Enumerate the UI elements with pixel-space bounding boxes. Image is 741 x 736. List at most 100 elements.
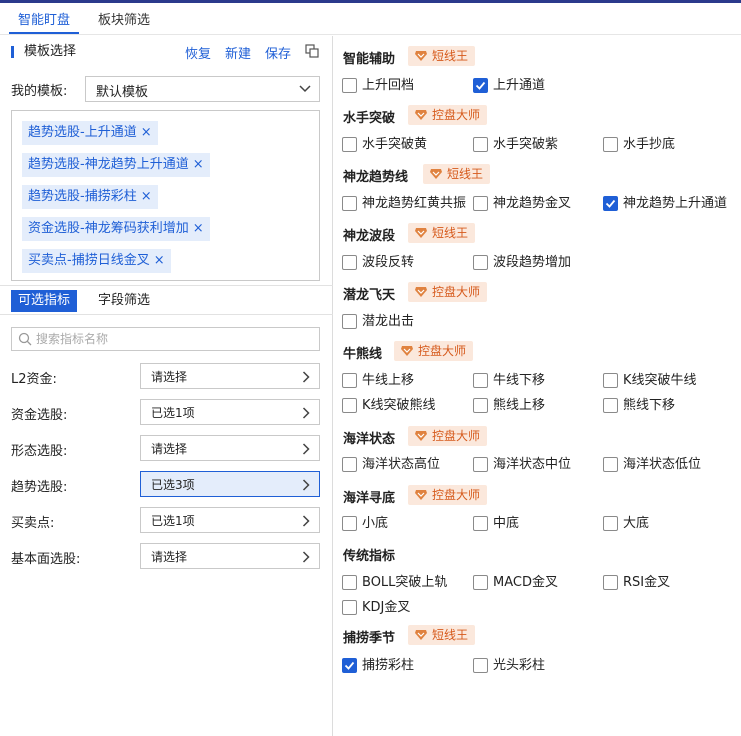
- chevron-right-icon: [302, 515, 310, 527]
- product-badge: 短线王: [408, 223, 476, 243]
- checkbox-unchecked-icon[interactable]: [473, 575, 488, 590]
- filter-label: 资金选股:: [11, 408, 68, 423]
- diamond-icon: [430, 169, 442, 179]
- product-badge-label: 控盘大师: [418, 344, 467, 358]
- product-badge: 控盘大师: [408, 282, 488, 302]
- checkbox-unchecked-icon[interactable]: [473, 373, 488, 388]
- filter-select-value: 已选1项: [151, 514, 195, 528]
- filter-select-value: 请选择: [151, 550, 188, 564]
- tab-smart-monitor[interactable]: 智能盯盘: [18, 9, 70, 28]
- product-badge-label: 控盘大师: [432, 429, 481, 443]
- checkbox-unchecked-icon[interactable]: [342, 575, 357, 590]
- filter-label: 基本面选股:: [11, 552, 81, 567]
- filter-select[interactable]: 请选择: [140, 543, 320, 569]
- section-title: 潜龙飞天: [343, 288, 396, 303]
- indicator-checkbox-label: 水手抄底: [623, 137, 676, 152]
- template-panel-title-text: 模板选择: [24, 44, 77, 59]
- indicator-checkbox-label: 神龙趋势红黄共振: [362, 196, 467, 211]
- checkbox-unchecked-icon[interactable]: [342, 457, 357, 472]
- checkbox-unchecked-icon[interactable]: [603, 516, 618, 531]
- close-icon[interactable]: ×: [154, 253, 165, 268]
- tab-available-indicators[interactable]: 可选指标: [11, 290, 78, 312]
- product-badge-label: 控盘大师: [432, 285, 481, 299]
- new-button[interactable]: 新建: [225, 43, 251, 62]
- section-title: 智能辅助: [343, 52, 396, 67]
- checkbox-unchecked-icon[interactable]: [342, 196, 357, 211]
- product-badge-label: 控盘大师: [432, 108, 481, 122]
- checkbox-checked-icon[interactable]: [473, 78, 488, 93]
- checkbox-unchecked-icon[interactable]: [342, 516, 357, 531]
- indicator-checkbox-label: 牛线下移: [493, 373, 546, 388]
- checkbox-unchecked-icon[interactable]: [342, 373, 357, 388]
- checkbox-unchecked-icon[interactable]: [342, 78, 357, 93]
- search-input[interactable]: [36, 330, 311, 348]
- checkbox-unchecked-icon[interactable]: [603, 137, 618, 152]
- filter-select[interactable]: 请选择: [140, 363, 320, 389]
- template-select[interactable]: 默认模板: [85, 76, 320, 102]
- checkbox-unchecked-icon[interactable]: [603, 457, 618, 472]
- checkbox-unchecked-icon[interactable]: [342, 255, 357, 270]
- checkbox-unchecked-icon[interactable]: [473, 137, 488, 152]
- close-icon[interactable]: ×: [141, 125, 152, 140]
- checkbox-unchecked-icon[interactable]: [603, 575, 618, 590]
- tab-field-filter[interactable]: 字段筛选: [91, 290, 157, 312]
- save-button[interactable]: 保存: [265, 43, 291, 62]
- checkbox-unchecked-icon[interactable]: [603, 398, 618, 413]
- checkbox-unchecked-icon[interactable]: [342, 398, 357, 413]
- chevron-right-icon: [302, 551, 310, 563]
- tab-sector-filter[interactable]: 板块筛选: [98, 9, 150, 28]
- checkbox-unchecked-icon[interactable]: [473, 457, 488, 472]
- diamond-icon: [401, 346, 413, 356]
- section-title: 神龙趋势线: [343, 170, 409, 185]
- filter-select-value: 请选择: [151, 442, 188, 456]
- indicator-checkbox-label: 海洋状态中位: [493, 457, 572, 472]
- filter-select[interactable]: 已选1项: [140, 507, 320, 533]
- checkbox-unchecked-icon[interactable]: [473, 516, 488, 531]
- checkbox-unchecked-icon[interactable]: [473, 398, 488, 413]
- selected-tag: 趋势选股-神龙趋势上升通道 ×: [22, 153, 210, 177]
- checkbox-unchecked-icon[interactable]: [342, 314, 357, 329]
- checkbox-checked-icon[interactable]: [603, 196, 618, 211]
- filter-select[interactable]: 已选3项: [140, 471, 320, 497]
- filter-select-value: 已选1项: [151, 406, 195, 420]
- restore-button[interactable]: 恢复: [185, 43, 211, 62]
- section-title: 牛熊线: [343, 347, 383, 362]
- indicator-checkbox-label: 波段反转: [362, 255, 415, 270]
- checkbox-unchecked-icon[interactable]: [342, 600, 357, 615]
- chevron-right-icon: [302, 407, 310, 419]
- tag-label: 资金选股-神龙筹码获利增加: [28, 221, 189, 236]
- checkbox-unchecked-icon[interactable]: [603, 373, 618, 388]
- product-badge-label: 短线王: [432, 628, 469, 642]
- filter-select[interactable]: 已选1项: [140, 399, 320, 425]
- indicator-checkbox-label: BOLL突破上轨: [362, 575, 448, 590]
- close-icon[interactable]: ×: [141, 189, 152, 204]
- diamond-icon: [415, 51, 427, 61]
- filter-select[interactable]: 请选择: [140, 435, 320, 461]
- copy-icon[interactable]: [305, 44, 319, 58]
- checkbox-unchecked-icon[interactable]: [473, 196, 488, 211]
- close-icon[interactable]: ×: [193, 157, 204, 172]
- checkbox-unchecked-icon[interactable]: [473, 658, 488, 673]
- diamond-icon: [415, 110, 427, 120]
- sub-tab-bar: 可选指标 字段筛选: [0, 285, 333, 315]
- indicator-checkbox-label: 大底: [623, 516, 650, 531]
- indicator-checkbox-label: K线突破熊线: [362, 398, 436, 413]
- checkbox-checked-icon[interactable]: [342, 658, 357, 673]
- checkbox-unchecked-icon[interactable]: [342, 137, 357, 152]
- product-badge: 控盘大师: [408, 105, 488, 125]
- indicator-checkbox-label: 上升回档: [362, 78, 415, 93]
- tag-label: 趋势选股-捕捞彩柱: [28, 189, 137, 204]
- indicator-checkbox-label: 海洋状态高位: [362, 457, 441, 472]
- close-icon[interactable]: ×: [193, 221, 204, 236]
- section-title: 神龙波段: [343, 229, 396, 244]
- filter-label: 买卖点:: [11, 516, 55, 531]
- indicator-checkbox-label: K线突破牛线: [623, 373, 697, 388]
- product-badge-label: 短线王: [432, 226, 469, 240]
- filter-label: L2资金:: [11, 372, 57, 387]
- indicator-checkbox-label: 波段趋势增加: [493, 255, 572, 270]
- product-badge: 短线王: [408, 625, 476, 645]
- indicator-checkbox-label: 潜龙出击: [362, 314, 415, 329]
- filter-select-value: 请选择: [151, 370, 188, 384]
- checkbox-unchecked-icon[interactable]: [473, 255, 488, 270]
- selected-tag: 趋势选股-捕捞彩柱 ×: [22, 185, 158, 209]
